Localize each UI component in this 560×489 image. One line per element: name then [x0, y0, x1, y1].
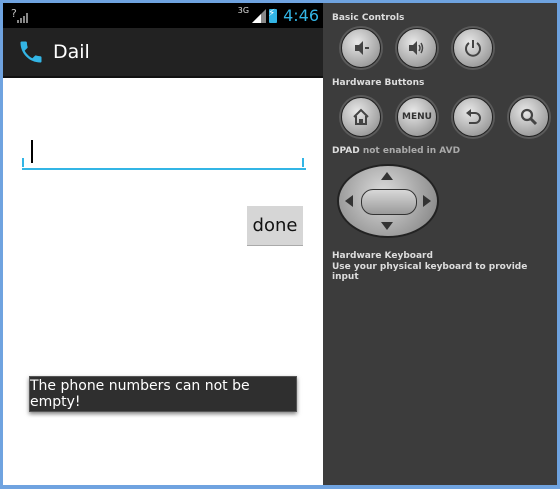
phone-icon [20, 41, 42, 63]
text-cursor [31, 140, 33, 163]
app-title: Dail [53, 41, 90, 63]
home-button[interactable] [341, 97, 381, 137]
emulator-window: ? 3G 4:46 Dail [3, 3, 557, 485]
dpad-note: not enabled in AVD [362, 146, 461, 156]
hardware-keyboard-label: Hardware Keyboard [332, 251, 433, 261]
status-icons: 3G 4:46 [238, 5, 319, 26]
action-bar: Dail [3, 28, 323, 78]
search-button[interactable] [509, 97, 549, 137]
dpad-title: DPAD [332, 146, 360, 156]
power-icon [465, 40, 481, 57]
dpad-right-arrow-icon[interactable] [423, 195, 431, 207]
done-button[interactable]: done [247, 206, 303, 246]
power-button[interactable] [453, 28, 493, 68]
signal-icon [17, 13, 28, 23]
menu-button-label: MENU [402, 112, 432, 122]
volume-up-icon [409, 41, 424, 55]
search-icon [520, 108, 538, 126]
hardware-buttons-label: Hardware Buttons [332, 78, 425, 88]
hardware-keyboard-description: Use your physical keyboard to provide in… [332, 262, 528, 282]
phone-screen: ? 3G 4:46 Dail [3, 3, 323, 485]
network-status: ? [11, 7, 17, 20]
dpad-down-arrow-icon[interactable] [381, 222, 393, 230]
dpad-up-arrow-icon[interactable] [381, 172, 393, 180]
phone-number-input[interactable] [22, 138, 306, 170]
dpad[interactable] [337, 164, 439, 238]
status-bar: ? 3G 4:46 [3, 3, 323, 28]
status-clock: 4:46 [283, 6, 319, 25]
volume-down-button[interactable] [341, 28, 381, 68]
dpad-center-button[interactable] [361, 189, 417, 215]
signal-strength-icon [252, 8, 267, 23]
battery-charging-icon [268, 8, 278, 23]
toast-message: The phone numbers can not be empty! [29, 376, 297, 412]
menu-button[interactable]: MENU [397, 97, 437, 137]
dpad-label: DPAD not enabled in AVD [332, 146, 460, 156]
home-icon [353, 108, 369, 125]
dpad-left-arrow-icon[interactable] [345, 195, 353, 207]
network-type-label: 3G [237, 6, 250, 15]
volume-down-icon [355, 41, 369, 55]
back-button[interactable] [453, 97, 493, 137]
volume-up-button[interactable] [397, 28, 437, 68]
basic-controls-label: Basic Controls [332, 13, 405, 23]
emulator-controls-panel: Basic Controls Hardware Buttons MENU DPA… [323, 3, 557, 485]
back-icon [466, 109, 481, 124]
